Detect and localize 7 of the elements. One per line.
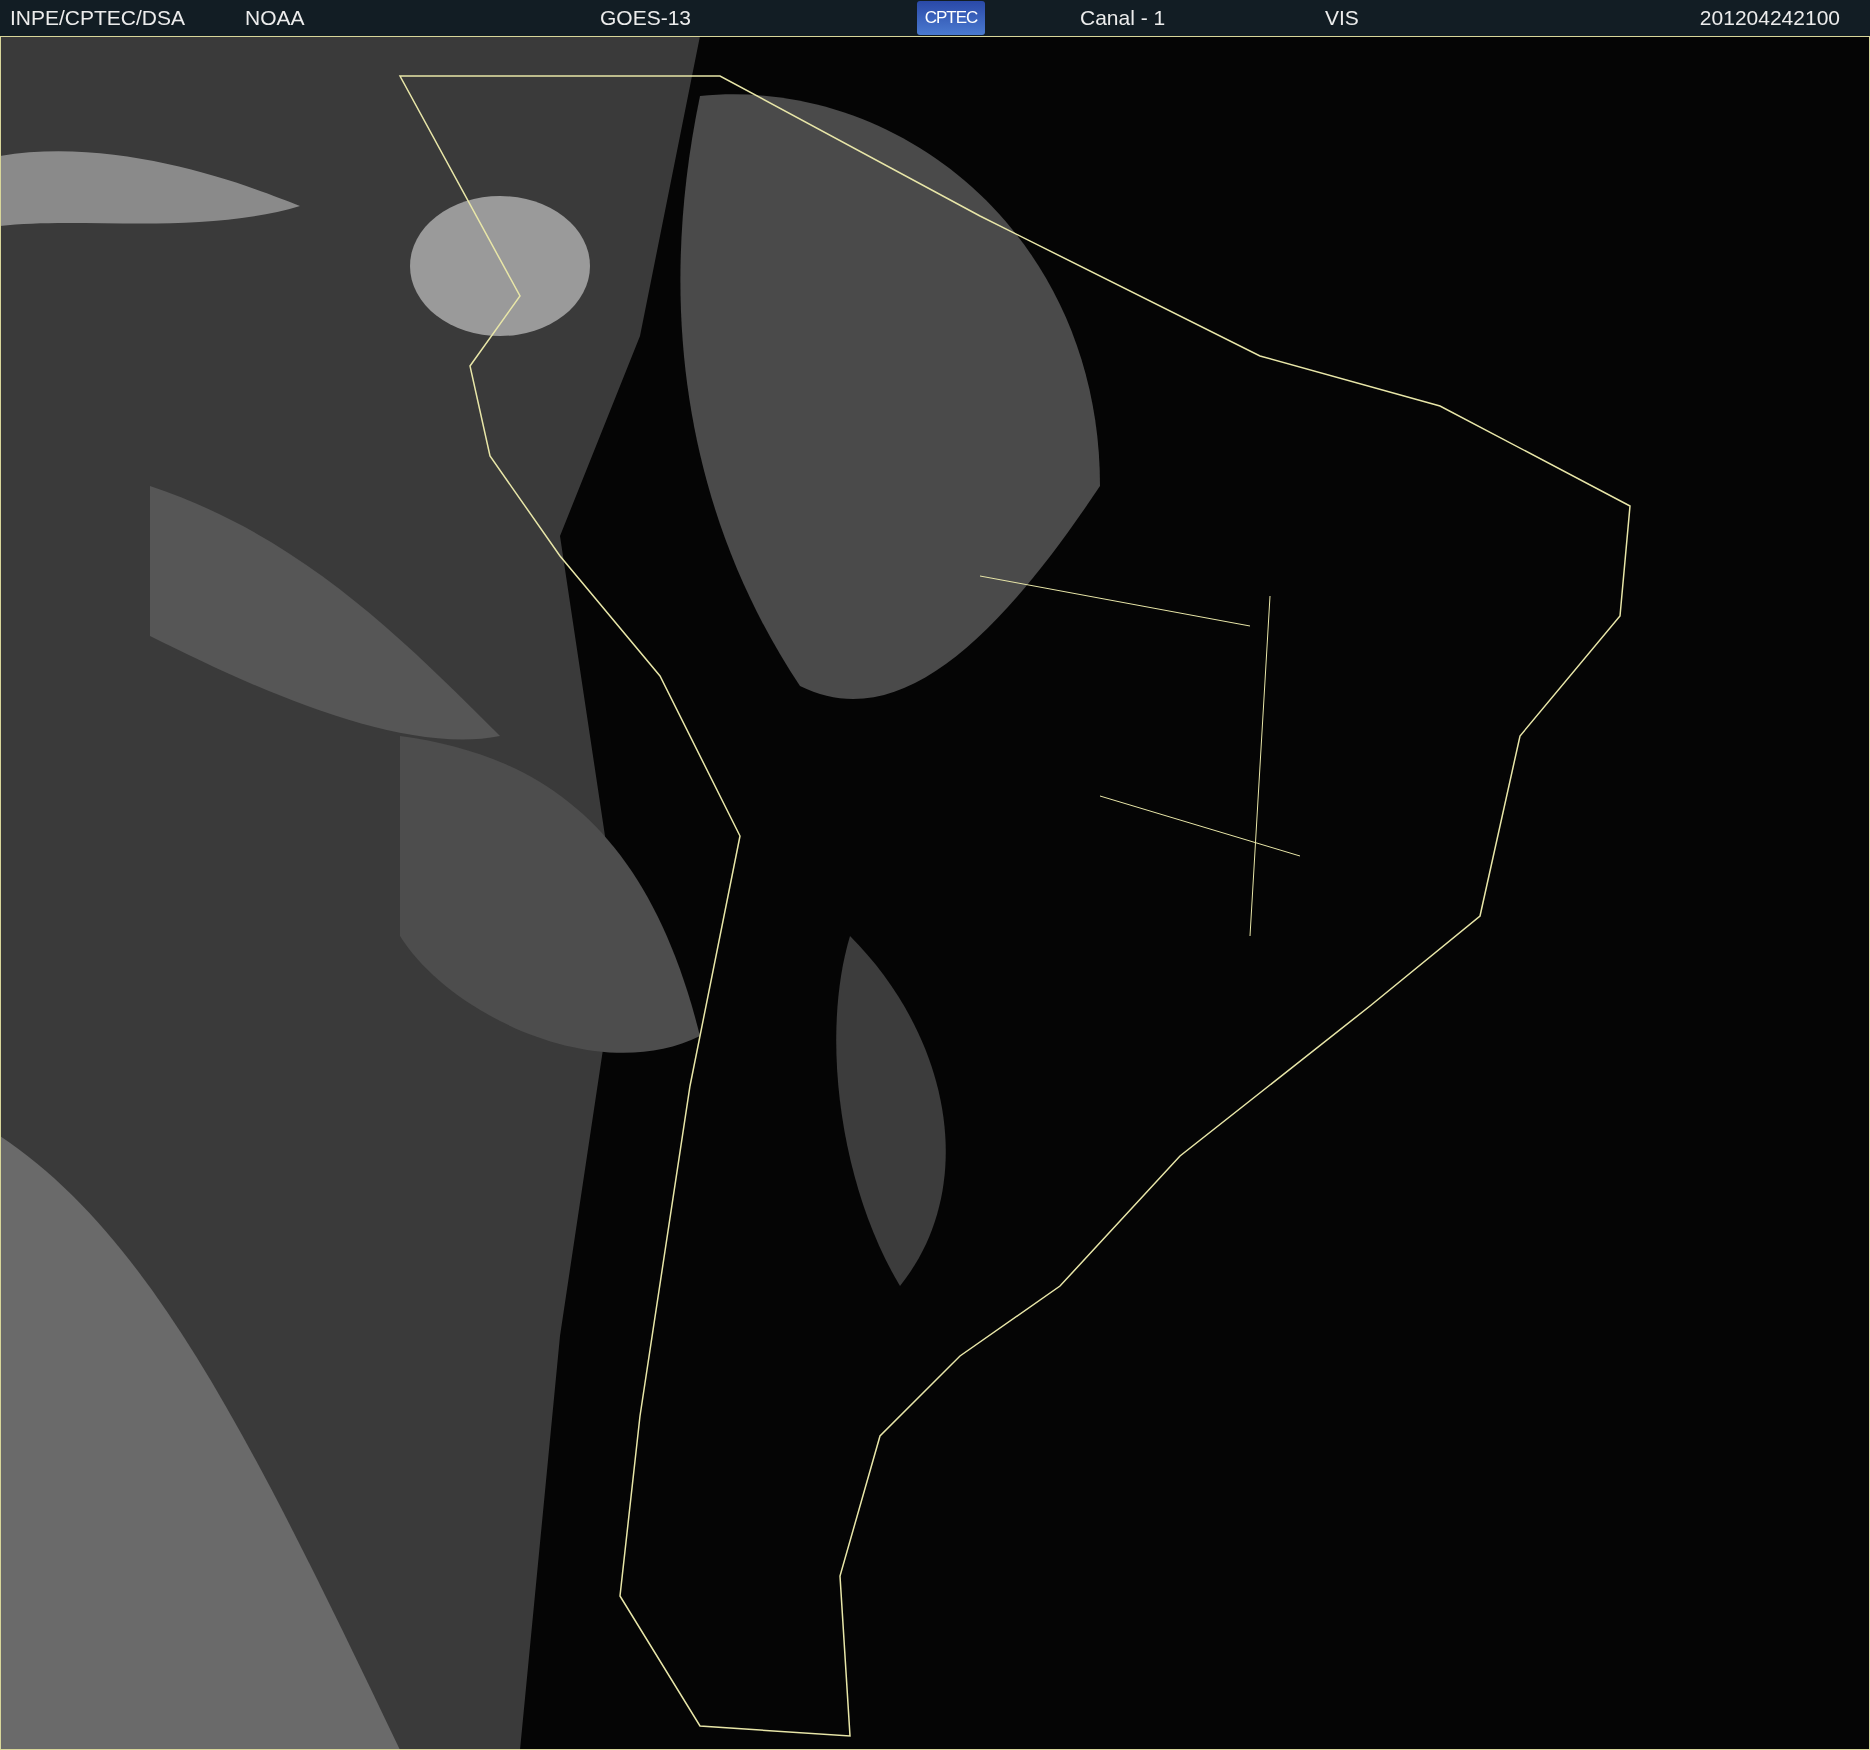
logo: CPTEC	[917, 1, 985, 35]
band-label: VIS	[1325, 6, 1360, 30]
satellite-label: GOES-13	[600, 6, 693, 30]
timestamp-label: 201204242100	[1699, 6, 1840, 30]
channel-label: Canal - 1	[1080, 6, 1167, 30]
provider-label: NOAA	[245, 6, 306, 30]
agency-label: INPE/CPTEC/DSA	[10, 6, 187, 30]
